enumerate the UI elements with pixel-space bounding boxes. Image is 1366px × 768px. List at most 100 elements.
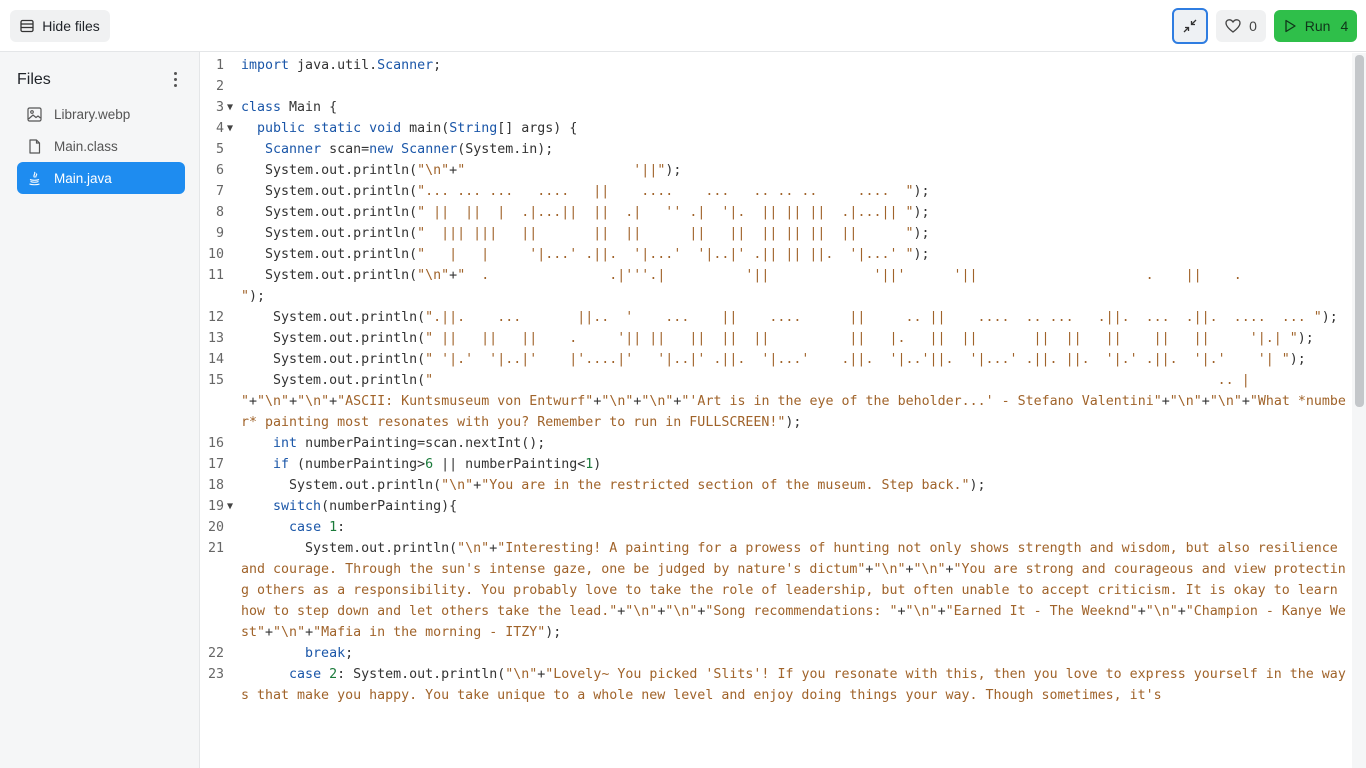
- hide-files-label: Hide files: [42, 18, 100, 34]
- line-number: 14: [207, 352, 224, 367]
- code-line[interactable]: 4 ▼ public static void main(String[] args…: [201, 118, 1352, 139]
- code-line[interactable]: 8 System.out.println(" || || | .|...|| |…: [201, 202, 1352, 223]
- fold-toggle-icon[interactable]: ▼: [227, 97, 233, 118]
- line-number: 11: [207, 268, 224, 283]
- files-title: Files: [17, 71, 51, 88]
- code-line[interactable]: 22 break;: [201, 643, 1352, 664]
- code-line[interactable]: 11 System.out.println("\n"+" . .|'''.| '…: [201, 265, 1352, 307]
- code-text: System.out.println(".||. ... ||.. ' ... …: [241, 310, 1338, 325]
- code-text: Scanner scan=new Scanner(System.in);: [265, 142, 554, 157]
- files-sidebar: Files Library.webp Main.class Main.java: [0, 52, 200, 768]
- run-button[interactable]: Run 4: [1274, 10, 1357, 42]
- code-line[interactable]: 3 ▼ class Main {: [201, 97, 1352, 118]
- line-number: 10: [207, 247, 224, 262]
- code-text: System.out.println("\n"+"You are in the …: [241, 478, 986, 493]
- line-number: 20: [207, 520, 224, 535]
- file-item-main-java[interactable]: Main.java: [17, 162, 185, 194]
- like-button[interactable]: 0: [1216, 10, 1266, 42]
- code-text: class Main {: [241, 100, 338, 115]
- top-toolbar: Hide files 0 Run 4: [0, 0, 1366, 52]
- file-name: Main.class: [54, 138, 118, 154]
- scrollbar-thumb[interactable]: [1355, 55, 1364, 407]
- file-name: Main.java: [54, 170, 112, 186]
- line-number: 7: [215, 184, 224, 199]
- code-text: System.out.println("\n"+"Interesting! A …: [241, 541, 1346, 640]
- code-line[interactable]: 13 System.out.println(" || || || . '|| |…: [201, 328, 1352, 349]
- code-line[interactable]: 19 ▼ switch(numberPainting){: [201, 496, 1352, 517]
- collapse-arrows-icon: [1183, 19, 1197, 33]
- code-line[interactable]: 10 System.out.println(" | | '|...' .||. …: [201, 244, 1352, 265]
- run-label: Run: [1304, 18, 1331, 34]
- line-number: 9: [215, 226, 224, 241]
- minimize-editor-button[interactable]: [1172, 8, 1208, 44]
- java-icon: [29, 171, 40, 185]
- code-text: case 2: System.out.println("\n"+"Lovely~…: [241, 667, 1346, 703]
- line-number: 4: [215, 121, 224, 136]
- code-text: System.out.println("\n"+" . .|'''.| '|| …: [241, 268, 1330, 304]
- editor-scrollbar[interactable]: [1352, 53, 1366, 768]
- line-number: 5: [215, 142, 224, 157]
- code-text: System.out.println(" | | '|...' .||. '|.…: [241, 247, 930, 262]
- line-number: 8: [215, 205, 224, 220]
- file-icon: [29, 138, 41, 154]
- play-icon: [1285, 19, 1296, 33]
- code-line[interactable]: 1 import java.util.Scanner;: [201, 55, 1352, 76]
- code-text: System.out.println("\n"+" '||");: [241, 163, 682, 178]
- fold-toggle-icon[interactable]: ▼: [227, 118, 233, 139]
- code-editor[interactable]: 1 import java.util.Scanner; 2 3 ▼ class Main…: [201, 53, 1352, 768]
- code-line[interactable]: 17 if (numberPainting>6 || numberPaintin…: [201, 454, 1352, 475]
- line-number: 18: [207, 478, 224, 493]
- run-count: 4: [1340, 18, 1349, 34]
- line-number: 13: [207, 331, 224, 346]
- file-item-main-class[interactable]: Main.class: [17, 130, 185, 162]
- code-text: break;: [305, 646, 354, 661]
- line-number: 3: [215, 100, 224, 115]
- image-icon: [27, 106, 42, 122]
- line-number: 17: [207, 457, 224, 472]
- code-text: import java.util.Scanner;: [241, 58, 442, 73]
- fold-toggle-icon[interactable]: ▼: [227, 496, 233, 517]
- line-number: 19: [207, 499, 224, 514]
- code-line[interactable]: 5 Scanner scan=new Scanner(System.in);: [201, 139, 1352, 160]
- code-text: switch(numberPainting){: [273, 499, 458, 514]
- code-text: System.out.println(" '|.' '|..|' |'....|…: [241, 352, 1306, 367]
- code-line[interactable]: 12 System.out.println(".||. ... ||.. ' .…: [201, 307, 1352, 328]
- line-number: 23: [207, 667, 224, 682]
- code-text: System.out.println(" ||| ||| || || || ||…: [241, 226, 930, 241]
- code-text: System.out.println(" || || | .|...|| || …: [241, 205, 930, 220]
- code-line[interactable]: 2: [201, 76, 1352, 97]
- heart-icon: [1225, 19, 1241, 33]
- code-line[interactable]: 9 System.out.println(" ||| ||| || || || …: [201, 223, 1352, 244]
- code-line[interactable]: 7 System.out.println("... ... ... .... |…: [201, 181, 1352, 202]
- code-line[interactable]: 21 System.out.println("\n"+"Interesting!…: [201, 538, 1352, 643]
- code-line[interactable]: 18 System.out.println("\n"+"You are in t…: [201, 475, 1352, 496]
- line-number: 1: [215, 58, 224, 73]
- line-number: 6: [215, 163, 224, 178]
- line-number: 15: [207, 373, 224, 388]
- code-text: System.out.println(" || || || . '|| || |…: [241, 331, 1314, 346]
- code-text: System.out.println("... ... ... .... || …: [241, 184, 930, 199]
- code-text: int numberPainting=scan.nextInt();: [273, 436, 546, 451]
- code-line[interactable]: 20 case 1:: [201, 517, 1352, 538]
- code-text: System.out.println(" .. | "+"\n"+"\n"+"A…: [241, 373, 1346, 430]
- files-panel-icon: [20, 19, 34, 33]
- file-item-library-webp[interactable]: Library.webp: [17, 98, 185, 130]
- code-line[interactable]: 15 System.out.println(" .. | "+"\n"+"\n"…: [201, 370, 1352, 433]
- code-line[interactable]: 23 case 2: System.out.println("\n"+"Love…: [201, 664, 1352, 706]
- line-number: 22: [207, 646, 224, 661]
- file-name: Library.webp: [54, 106, 131, 122]
- code-text: public static void main(String[] args) {: [257, 121, 578, 136]
- like-count: 0: [1249, 18, 1257, 34]
- hide-files-button[interactable]: Hide files: [10, 10, 110, 42]
- line-number: 2: [215, 79, 224, 94]
- line-number: 12: [207, 310, 224, 325]
- code-text: case 1:: [289, 520, 346, 535]
- code-line[interactable]: 6 System.out.println("\n"+" '||");: [201, 160, 1352, 181]
- code-text: if (numberPainting>6 || numberPainting<1…: [273, 457, 602, 472]
- more-options-icon[interactable]: [166, 69, 184, 89]
- line-number: 21: [207, 541, 224, 556]
- code-line[interactable]: 14 System.out.println(" '|.' '|..|' |'..…: [201, 349, 1352, 370]
- line-number: 16: [207, 436, 224, 451]
- code-line[interactable]: 16 int numberPainting=scan.nextInt();: [201, 433, 1352, 454]
